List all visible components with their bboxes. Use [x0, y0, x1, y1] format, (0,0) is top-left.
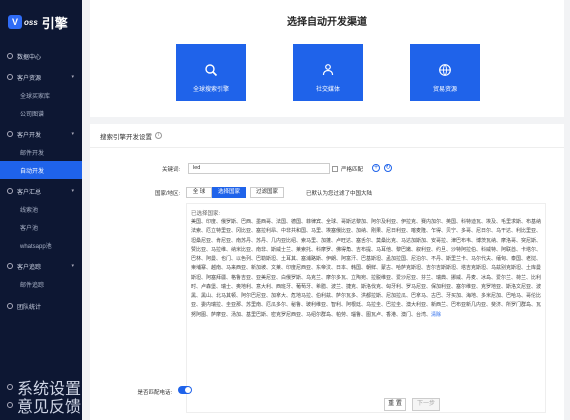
menu-icon	[7, 263, 13, 269]
selected-countries-title: 已选择国家:	[191, 211, 221, 217]
sidebar-item-feedback[interactable]: 意见反馈	[0, 396, 82, 416]
sidebar-item-label: 客户汇总	[17, 189, 42, 196]
selected-countries-list: 美国、印度、俄罗斯、巴西、墨西哥、法国、德国、菲律宾、全球、哥斯达黎加、阿尔及利…	[187, 217, 545, 320]
tab-global[interactable]: 全 球	[186, 187, 212, 198]
channel-label: 贸易资源	[432, 87, 457, 93]
sidebar-item-label: 公司图谱	[20, 111, 45, 118]
settings-icon	[7, 384, 13, 390]
add-keyword-icon[interactable]: +	[372, 164, 380, 172]
region-label: 国家/地区:	[154, 191, 180, 197]
phone-match-label: 是否匹配电话:	[137, 390, 172, 396]
sidebar: V oss 引擎 数据中心客户资源 ▾ 全球买家库公司图谱客户开发 ▾ 邮件开发自动开发…	[0, 0, 82, 420]
phone-match-toggle[interactable]	[178, 386, 192, 394]
search-engine-settings: 搜索引擎开发设置 i 关键词: led 严格匹配 + ↻ 国家/地区: 全 球 …	[90, 124, 564, 420]
menu-icon	[7, 131, 13, 137]
feedback-icon	[7, 402, 13, 408]
sidebar-item-label: 自动开发	[20, 168, 45, 175]
sidebar-item-10[interactable]: whatsapp池	[0, 236, 82, 254]
brand-name: 引擎	[41, 15, 68, 31]
sidebar-item-1[interactable]: 客户资源 ▾	[0, 68, 82, 86]
sidebar-item-label: 数据中心	[17, 54, 42, 61]
sidebar-item-label: 客户池	[20, 225, 39, 232]
reset-button[interactable]: 重 置	[384, 398, 406, 411]
sidebar-nav: 数据中心 客户资源 ▾ 全球买家库 公司图谱 客户开发 ▾ 邮件开发 自动开发 客户汇总 ▾ 线索池客…	[0, 47, 82, 315]
sidebar-item-label: 客户追踪	[17, 264, 42, 271]
menu-icon	[7, 53, 13, 59]
sidebar-item-12[interactable]: 邮件追踪	[0, 275, 82, 293]
sidebar-item-4[interactable]: 客户开发 ▾	[0, 125, 82, 143]
sidebar-item-label: 邮件追踪	[20, 282, 45, 289]
logo-mark: V	[8, 15, 22, 29]
chevron-down-icon: ▾	[71, 74, 74, 80]
region-hint: 已默认为您过滤了中国大陆	[306, 191, 373, 197]
checkbox-box[interactable]	[332, 166, 338, 172]
app-logo[interactable]: V oss 引擎	[0, 0, 82, 44]
tab-filter-country[interactable]: 过滤国家	[250, 187, 284, 198]
menu-icon	[7, 74, 13, 80]
channel-label: 社交媒体	[315, 87, 340, 93]
channel-trade-resources[interactable]: 贸易资源	[410, 44, 480, 101]
refresh-icon[interactable]: ↻	[384, 164, 392, 172]
page-title: 选择自动开发渠道	[287, 17, 367, 28]
menu-icon	[7, 303, 13, 309]
trade-icon	[439, 64, 451, 76]
sidebar-item-label: 线索池	[20, 207, 39, 214]
social-icon	[322, 64, 334, 76]
strict-match-label: 严格匹配	[341, 167, 364, 173]
next-button[interactable]: 下一步	[412, 398, 440, 411]
sidebar-item-label: 客户资源	[17, 75, 42, 82]
chevron-down-icon: ▾	[71, 131, 74, 137]
channel-search-engine[interactable]: 全球搜索引擎	[176, 44, 246, 101]
sidebar-item-8[interactable]: 线索池	[0, 200, 82, 218]
keyword-input[interactable]: led	[188, 163, 330, 174]
help-icon[interactable]: i	[155, 132, 162, 139]
channel-social-media[interactable]: 社交媒体	[293, 44, 363, 101]
sidebar-item-label: 客户开发	[17, 132, 42, 139]
sidebar-item-0[interactable]: 数据中心	[0, 47, 82, 65]
sidebar-item-label: 全球买家库	[20, 93, 51, 100]
main-area: 选择自动开发渠道 全球搜索引擎 社交媒体 贸易资源 搜索引擎开发设置 i 关键词…	[82, 0, 570, 420]
sidebar-item-label: whatsapp池	[20, 243, 52, 250]
selected-countries-box: 已选择国家: 美国、印度、俄罗斯、巴西、墨西哥、法国、德国、菲律宾、全球、哥斯达…	[186, 203, 546, 413]
logo-oss: oss	[24, 17, 38, 27]
sidebar-item-label: 团队统计	[17, 304, 42, 311]
countries-text: 美国、印度、俄罗斯、巴西、墨西哥、法国、德国、菲律宾、全球、哥斯达黎加、阿尔及利…	[191, 219, 542, 318]
sidebar-item-5[interactable]: 邮件开发	[0, 143, 82, 161]
sidebar-item-9[interactable]: 客户池	[0, 218, 82, 236]
settings-title: 搜索引擎开发设置	[100, 133, 152, 141]
sidebar-item-label: 邮件开发	[20, 150, 45, 157]
chevron-down-icon: ▾	[71, 263, 74, 269]
tab-select-country[interactable]: 选择国家	[212, 187, 246, 198]
sidebar-item-3[interactable]: 公司图谱	[0, 104, 82, 122]
settings-header: 搜索引擎开发设置 i	[90, 124, 564, 148]
sidebar-item-2[interactable]: 全球买家库	[0, 86, 82, 104]
sidebar-item-13[interactable]: 团队统计	[0, 297, 82, 315]
channel-label: 全球搜索引擎	[192, 87, 229, 93]
keyword-label: 关键词:	[161, 167, 180, 173]
sidebar-item-6[interactable]: 自动开发	[0, 161, 82, 179]
chevron-down-icon: ▾	[71, 188, 74, 194]
strict-match-checkbox[interactable]: 严格匹配	[332, 165, 363, 173]
menu-icon	[7, 188, 13, 194]
sidebar-item-11[interactable]: 客户追踪 ▾	[0, 257, 82, 275]
sidebar-bottom: 系统设置 意见反馈	[0, 378, 82, 416]
sidebar-item-7[interactable]: 客户汇总 ▾	[0, 182, 82, 200]
search-icon	[205, 64, 218, 77]
clear-link[interactable]: 清除	[431, 312, 441, 318]
sidebar-item-label: 意见反馈	[17, 399, 82, 416]
channel-panel: 选择自动开发渠道 全球搜索引擎 社交媒体 贸易资源	[90, 0, 564, 117]
